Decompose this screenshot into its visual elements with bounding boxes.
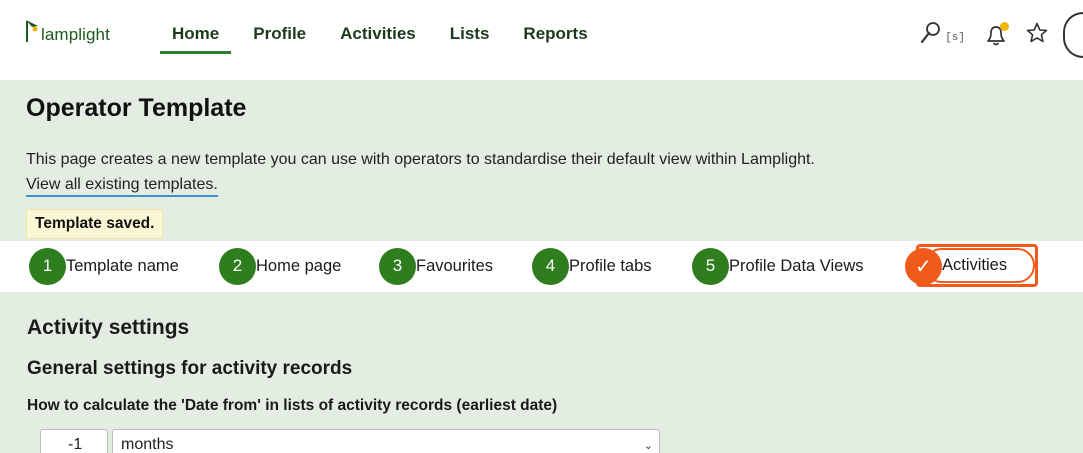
- step-profile-data-views[interactable]: 5 Profile Data Views: [692, 247, 864, 285]
- notification-dot: [1000, 22, 1009, 31]
- step-number: 4: [532, 247, 569, 285]
- user-avatar[interactable]: [1063, 12, 1083, 58]
- nav-home[interactable]: Home: [160, 14, 232, 54]
- date-from-value-input[interactable]: -1: [40, 429, 108, 453]
- step-label: Profile tabs: [569, 256, 652, 275]
- check-icon: ✓: [905, 248, 942, 285]
- search-shortcut: [s]: [945, 32, 965, 44]
- step-profile-tabs[interactable]: 4 Profile tabs: [532, 247, 652, 285]
- wizard-steps: 1 Template name 2 Home page 3 Favourites…: [0, 241, 1083, 292]
- favourites-button[interactable]: [1025, 21, 1049, 50]
- notifications-button[interactable]: [983, 22, 1009, 48]
- main-nav: Home Profile Activities Lists Reports: [160, 14, 610, 54]
- step-label: Home page: [256, 256, 342, 275]
- nav-lists[interactable]: Lists: [438, 14, 502, 54]
- main-panel: Operator Template This page creates a ne…: [0, 80, 1083, 453]
- intro-text: This page creates a new template you can…: [26, 151, 815, 168]
- step-label: Profile Data Views: [729, 256, 864, 275]
- subsection-title: General settings for activity records: [27, 358, 353, 379]
- step-label: Template name: [66, 256, 179, 275]
- search-icon: [920, 21, 942, 50]
- bell-icon: [983, 26, 1009, 52]
- search-button[interactable]: [s]: [920, 21, 965, 50]
- nav-reports[interactable]: Reports: [511, 14, 599, 54]
- step-label: Favourites: [416, 256, 494, 275]
- step-number: 2: [219, 247, 256, 285]
- date-from-label: How to calculate the 'Date from' in list…: [27, 397, 558, 414]
- star-icon: [1025, 22, 1049, 49]
- top-bar: lamplight Home Profile Activities Lists …: [0, 0, 1083, 80]
- header-tools: [s]: [920, 12, 1083, 58]
- status-badge: Template saved.: [26, 209, 164, 239]
- nav-profile[interactable]: Profile: [241, 14, 318, 54]
- nav-activities[interactable]: Activities: [328, 14, 428, 54]
- page-title: Operator Template: [26, 94, 247, 122]
- lamp-icon: [24, 18, 40, 44]
- chevron-down-icon: ⌄: [643, 440, 653, 452]
- brand-name: lamplight: [41, 25, 110, 44]
- section-title: Activity settings: [27, 316, 190, 339]
- step-number: 1: [29, 247, 66, 285]
- step-favourites[interactable]: 3 Favourites: [379, 247, 493, 285]
- step-label: Activities: [942, 256, 1008, 274]
- brand-logo[interactable]: lamplight: [24, 18, 110, 48]
- date-from-unit-select[interactable]: months ⌄: [112, 429, 660, 453]
- step-number: 3: [379, 247, 416, 285]
- select-value: months: [121, 436, 174, 453]
- step-template-name[interactable]: 1 Template name: [29, 247, 179, 285]
- step-number: 5: [692, 247, 729, 285]
- view-templates-link[interactable]: View all existing templates.: [26, 176, 218, 197]
- step-home-page[interactable]: 2 Home page: [219, 247, 341, 285]
